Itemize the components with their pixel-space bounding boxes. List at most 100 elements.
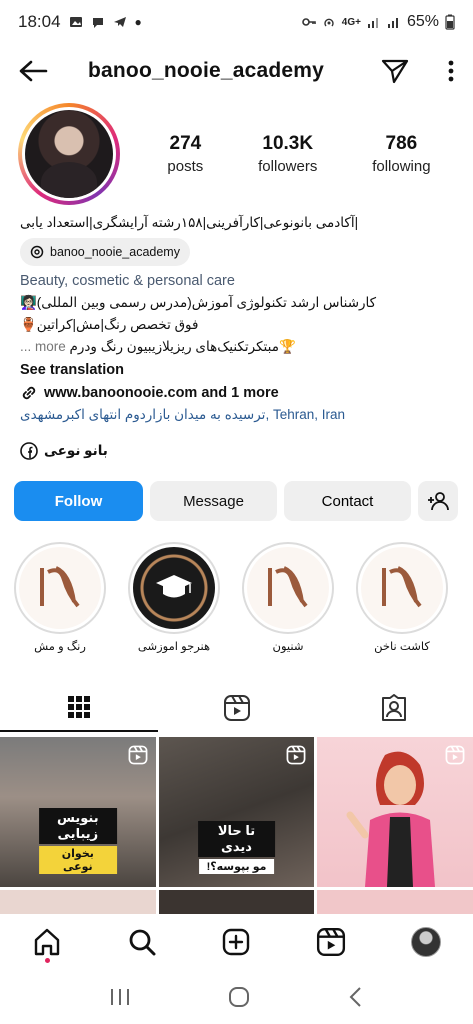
posts-count: 274 xyxy=(169,133,202,154)
reels-nav-icon[interactable] xyxy=(316,927,346,957)
recent-apps-icon[interactable] xyxy=(109,987,131,1007)
tab-tagged[interactable] xyxy=(315,684,473,732)
post-caption-line-1: تا حالا دیدی xyxy=(197,821,276,857)
profile-actions: Follow Message Contact xyxy=(14,481,460,521)
search-icon[interactable] xyxy=(127,927,157,957)
more-options-icon[interactable] xyxy=(447,59,455,83)
grid-icon xyxy=(67,696,90,718)
graduation-cap-icon xyxy=(133,547,215,629)
posts-grid-row-2 xyxy=(0,890,473,914)
home-button-icon[interactable] xyxy=(228,986,250,1008)
academy-logo-icon xyxy=(247,547,329,629)
posts-grid: بنویس زیبایی بخوان نوعی تا حالا دیدی مو … xyxy=(0,737,473,887)
link-icon xyxy=(22,386,36,400)
direct-message-icon[interactable] xyxy=(381,58,409,84)
academy-logo-icon xyxy=(361,547,443,629)
highlight-item[interactable]: رنگ و مش xyxy=(14,542,106,657)
grid-post[interactable]: بنویس زیبایی بخوان نوعی xyxy=(0,737,156,887)
external-link-text: www.banoonooie.com and 1 more xyxy=(44,385,279,401)
external-link[interactable]: www.banoonooie.com and 1 more xyxy=(20,382,460,404)
bottom-navigation xyxy=(0,914,473,970)
profile-bio: |آکادمی بانونوعی|کارآفرینی|۱۵۸رشته آرایش… xyxy=(20,212,460,462)
key-icon xyxy=(301,18,316,26)
telegram-icon xyxy=(113,17,126,27)
status-time: 18:04 xyxy=(18,12,61,31)
bio-line-1: کارشناس ارشد تکنولوژی آموزش(مدرس رسمی وب… xyxy=(20,295,377,310)
followers-count: 10.3K xyxy=(262,133,314,154)
bio-line-2: فوق تخصص رنگ|مش|کراتین🏺 xyxy=(20,317,199,332)
grid-post[interactable]: تا حالا دیدی مو بپوسه؟! xyxy=(158,737,315,887)
system-back-icon[interactable] xyxy=(348,986,364,1008)
chat-icon xyxy=(92,18,103,28)
more-notifications-icon: ● xyxy=(134,15,142,29)
profile-category: Beauty, cosmetic & personal care xyxy=(20,273,235,289)
home-icon[interactable] xyxy=(32,927,62,957)
create-post-icon[interactable] xyxy=(221,927,251,957)
signal-icon xyxy=(367,18,378,28)
profile-username: banoo_nooie_academy xyxy=(88,59,325,82)
avatar-photo xyxy=(25,110,113,198)
bio-line-3: ... more مبتکرتکنیک‌های ریزیلازیبیون رنگ… xyxy=(20,336,460,358)
grid-post[interactable] xyxy=(158,890,315,914)
facebook-link[interactable]: بانو نوعی xyxy=(20,440,460,462)
academy-logo-icon xyxy=(19,547,101,629)
add-user-icon xyxy=(428,492,449,511)
top-bar: banoo_nooie_academy xyxy=(0,46,473,96)
follow-button[interactable]: Follow xyxy=(14,481,143,521)
highlight-item[interactable]: هنرجو اموزشی xyxy=(128,542,220,657)
followers-stat[interactable]: 10.3K followers xyxy=(258,133,317,175)
reel-badge-icon xyxy=(128,745,148,765)
grid-post[interactable] xyxy=(317,737,473,887)
back-arrow-icon[interactable] xyxy=(18,59,48,83)
cartoon-girl-image xyxy=(346,751,436,887)
location-address: ترسیده به میدان بازاردوم انتهای اکبرمشهد… xyxy=(20,407,270,422)
posts-stat[interactable]: 274 posts xyxy=(167,133,203,175)
suggested-users-button[interactable] xyxy=(418,481,458,521)
post-caption: تا حالا دیدی مو بپوسه؟! xyxy=(197,821,276,875)
battery-icon xyxy=(445,14,455,30)
status-bar: 18:04 ● 4G+ 65% xyxy=(0,0,473,44)
bio-name-line: |آکادمی بانونوعی|کارآفرینی|۱۵۸رشته آرایش… xyxy=(20,215,359,230)
reel-badge-icon xyxy=(286,745,306,765)
tab-reels[interactable] xyxy=(158,684,316,732)
bio-line-3-text: مبتکرتکنیک‌های ریزیلازیبیون رنگ ودرم🏆 xyxy=(69,339,296,354)
highlight-label: رنگ و مش xyxy=(34,641,86,653)
posts-label: posts xyxy=(167,158,204,175)
facebook-icon xyxy=(20,442,38,460)
hotspot-icon xyxy=(324,18,334,27)
highlight-label: شنیون xyxy=(272,641,304,653)
highlight-item[interactable]: شنیون xyxy=(242,542,334,657)
tagged-user-icon xyxy=(382,694,407,721)
notification-dot xyxy=(45,958,50,963)
following-label: following xyxy=(372,158,431,175)
location-city: Tehran, Iran xyxy=(272,407,346,422)
highlight-item[interactable]: کاشت ناخن xyxy=(356,542,448,657)
profile-header: 274 posts 10.3K followers 786 following xyxy=(18,103,458,205)
reels-icon xyxy=(223,695,250,721)
grid-post[interactable] xyxy=(0,890,156,914)
battery-level: 65% xyxy=(406,13,439,30)
post-caption-line-2: مو بپوسه؟! xyxy=(198,859,275,874)
location-line[interactable]: ترسیده به میدان بازاردوم انتهای اکبرمشهد… xyxy=(20,404,460,426)
network-type: 4G+ xyxy=(341,16,361,28)
threads-badge[interactable]: banoo_nooie_academy xyxy=(20,238,190,266)
system-navigation-bar xyxy=(0,970,473,1024)
profile-avatar[interactable] xyxy=(18,103,120,205)
profile-tabs xyxy=(0,684,473,732)
post-caption-line-1: بنویس زیبایی xyxy=(38,808,117,844)
story-highlights: رنگ و مش هنرجو اموزشی شنیون کاشت ناخن xyxy=(14,542,473,657)
tab-posts-grid[interactable] xyxy=(0,684,158,732)
see-translation-link[interactable]: See translation xyxy=(20,359,460,381)
message-button[interactable]: Message xyxy=(150,481,277,521)
contact-button[interactable]: Contact xyxy=(284,481,411,521)
followers-label: followers xyxy=(258,158,318,175)
threads-handle: banoo_nooie_academy xyxy=(50,245,180,259)
following-stat[interactable]: 786 following xyxy=(372,133,430,175)
highlight-label: هنرجو اموزشی xyxy=(137,641,211,653)
reel-badge-icon xyxy=(445,745,465,765)
profile-nav-avatar[interactable] xyxy=(410,927,441,957)
grid-post[interactable] xyxy=(317,890,473,914)
facebook-name: بانو نوعی xyxy=(44,443,108,458)
bio-more-link[interactable]: ... more xyxy=(20,339,66,354)
post-caption-line-2: بخوان نوعی xyxy=(38,846,117,874)
